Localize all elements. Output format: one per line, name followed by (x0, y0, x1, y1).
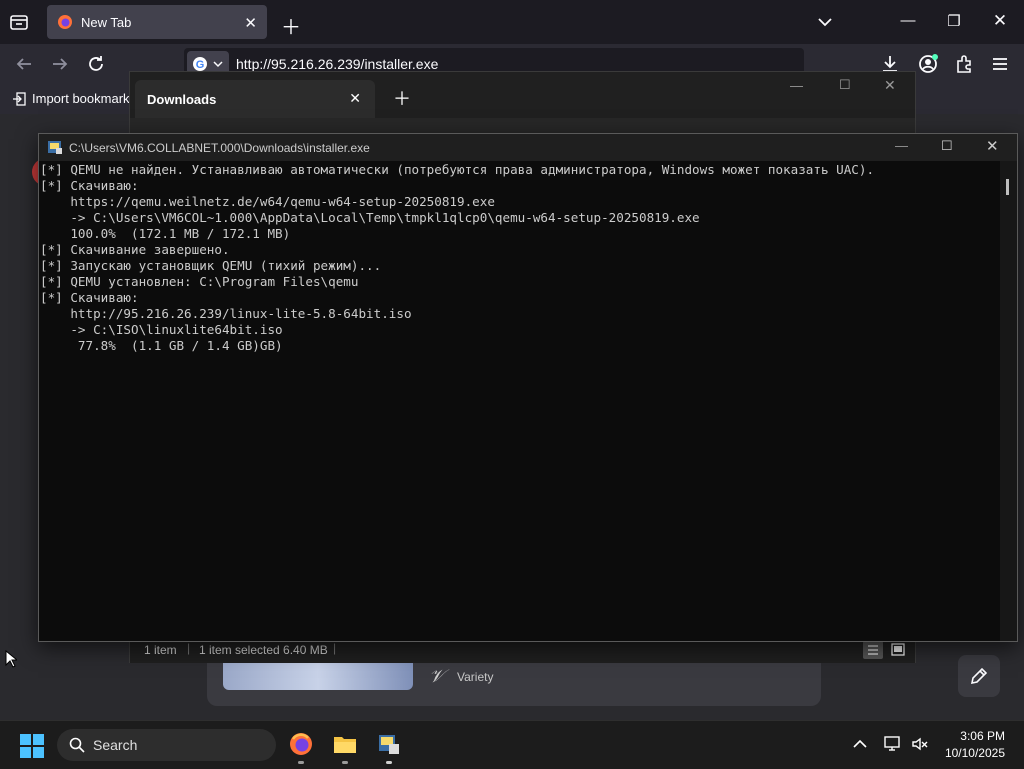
installer-app-icon (379, 735, 399, 754)
forward-icon[interactable] (50, 54, 70, 74)
windows-logo-icon (20, 734, 44, 758)
taskbar-file-explorer[interactable] (332, 731, 358, 764)
console-line: -> C:\Users\VM6COL~1.000\AppData\Local\T… (40, 210, 700, 225)
variety-label: Variety (457, 670, 494, 684)
network-icon[interactable] (884, 735, 902, 753)
url-text[interactable]: http://95.216.26.239/installer.exe (236, 56, 438, 72)
firefox-tab-icon (57, 14, 73, 30)
browser-tab-strip: New Tab ✕ ＋ — ❐ ✕ (0, 0, 1024, 44)
show-hidden-icons-button[interactable] (852, 737, 868, 751)
taskbar-search[interactable]: Search (57, 729, 276, 761)
volume-muted-icon[interactable] (911, 735, 929, 753)
status-selected: 1 item selected 6.40 MB (199, 643, 328, 657)
explorer-tab-close-icon[interactable]: ✕ (349, 90, 361, 107)
console-app-icon (47, 139, 63, 155)
clock-date: 10/10/2025 (944, 746, 1005, 760)
folder-icon (334, 737, 356, 753)
variety-logo-icon: 𝒱 (429, 666, 444, 686)
console-close-button[interactable]: ✕ (986, 137, 999, 155)
explorer-minimize-button[interactable]: — (790, 78, 803, 93)
chevron-down-icon (213, 60, 223, 68)
console-line: -> C:\ISO\linuxlite64bit.iso (40, 322, 283, 337)
console-line: [*] Скачивание завершено. (40, 242, 230, 257)
status-divider: | (333, 641, 337, 655)
explorer-address-bar[interactable] (130, 118, 915, 134)
search-icon (69, 737, 85, 753)
system-clock[interactable]: 3:06 PM 10/10/2025 (930, 729, 1005, 760)
taskbar: Search 3:06 PM 10/10/2025 (0, 720, 1024, 769)
explorer-maximize-button[interactable]: ☐ (839, 77, 851, 93)
clock-time: 3:06 PM (960, 729, 1005, 743)
wallpaper-thumbnail[interactable] (223, 660, 413, 690)
tab-close-icon[interactable]: ✕ (244, 14, 257, 32)
console-scrollbar[interactable] (1000, 161, 1017, 641)
pencil-icon (968, 665, 990, 687)
account-icon[interactable] (917, 53, 939, 75)
extensions-icon[interactable] (953, 53, 975, 75)
search-label: Search (93, 737, 138, 753)
status-item-count: 1 item (144, 643, 177, 657)
console-line: http://95.216.26.239/linux-lite-5.8-64bi… (40, 306, 412, 321)
taskbar-installer[interactable] (376, 731, 402, 764)
customize-button[interactable] (958, 655, 1000, 697)
details-view-icon[interactable] (863, 641, 883, 659)
explorer-close-button[interactable]: ✕ (884, 77, 896, 94)
console-scroll-thumb[interactable] (1006, 179, 1009, 195)
wallpaper-card[interactable]: 𝒱 Variety (207, 660, 821, 706)
back-icon[interactable] (14, 54, 34, 74)
console-line: 77.8% (1.1 GB / 1.4 GB)GB) (40, 338, 283, 353)
console-line: [*] Скачиваю: (40, 178, 139, 193)
new-tab-button[interactable]: ＋ (281, 11, 301, 40)
tab-title: New Tab (81, 14, 132, 30)
console-line: [*] Скачиваю: (40, 290, 139, 305)
tab-list-icon[interactable] (8, 12, 30, 32)
console-output[interactable]: [*] QEMU не найден. Устанавливаю автомат… (39, 161, 999, 641)
tab-new-tab[interactable]: New Tab ✕ (47, 5, 267, 39)
explorer-tab-label: Downloads (147, 91, 217, 107)
browser-minimize-button[interactable]: — (885, 12, 931, 29)
console-line: [*] QEMU установлен: C:\Program Files\qe… (40, 274, 359, 289)
google-icon: G (192, 56, 208, 72)
app-menu-icon[interactable] (989, 53, 1011, 75)
browser-close-button[interactable]: ✕ (977, 11, 1023, 31)
mouse-cursor-icon (5, 650, 17, 668)
running-indicator (342, 761, 348, 764)
console-maximize-button[interactable]: ☐ (941, 138, 953, 154)
reload-icon[interactable] (86, 54, 106, 74)
console-title: C:\Users\VM6.COLLABNET.000\Downloads\ins… (69, 141, 370, 155)
explorer-tab-downloads[interactable]: Downloads ✕ (135, 80, 375, 118)
running-indicator (386, 761, 392, 764)
import-icon (12, 91, 26, 106)
svg-text:G: G (196, 59, 205, 71)
import-bookmarks-item[interactable]: Import bookmarks... (12, 91, 147, 106)
console-line: [*] QEMU не найден. Устанавливаю автомат… (40, 162, 875, 177)
console-line: [*] Запускаю установщик QEMU (тихий режи… (40, 258, 382, 273)
console-minimize-button[interactable]: — (895, 138, 908, 153)
start-button[interactable] (19, 733, 45, 759)
firefox-icon (290, 733, 312, 755)
explorer-new-tab-button[interactable]: ＋ (393, 85, 411, 111)
console-line: https://qemu.weilnetz.de/w64/qemu-w64-se… (40, 194, 495, 209)
status-divider: | (187, 641, 191, 655)
console-line: 100.0% (172.1 MB / 172.1 MB) (40, 226, 291, 241)
taskbar-firefox[interactable] (288, 731, 314, 764)
console-title-bar[interactable]: C:\Users\VM6.COLLABNET.000\Downloads\ins… (39, 134, 1017, 161)
running-indicator (298, 761, 304, 764)
browser-restore-button[interactable]: ❐ (931, 12, 977, 30)
chevron-up-icon (853, 739, 867, 748)
tiles-view-icon[interactable] (889, 641, 907, 659)
console-window[interactable]: C:\Users\VM6.COLLABNET.000\Downloads\ins… (38, 133, 1018, 642)
list-all-tabs-icon[interactable] (815, 12, 835, 32)
